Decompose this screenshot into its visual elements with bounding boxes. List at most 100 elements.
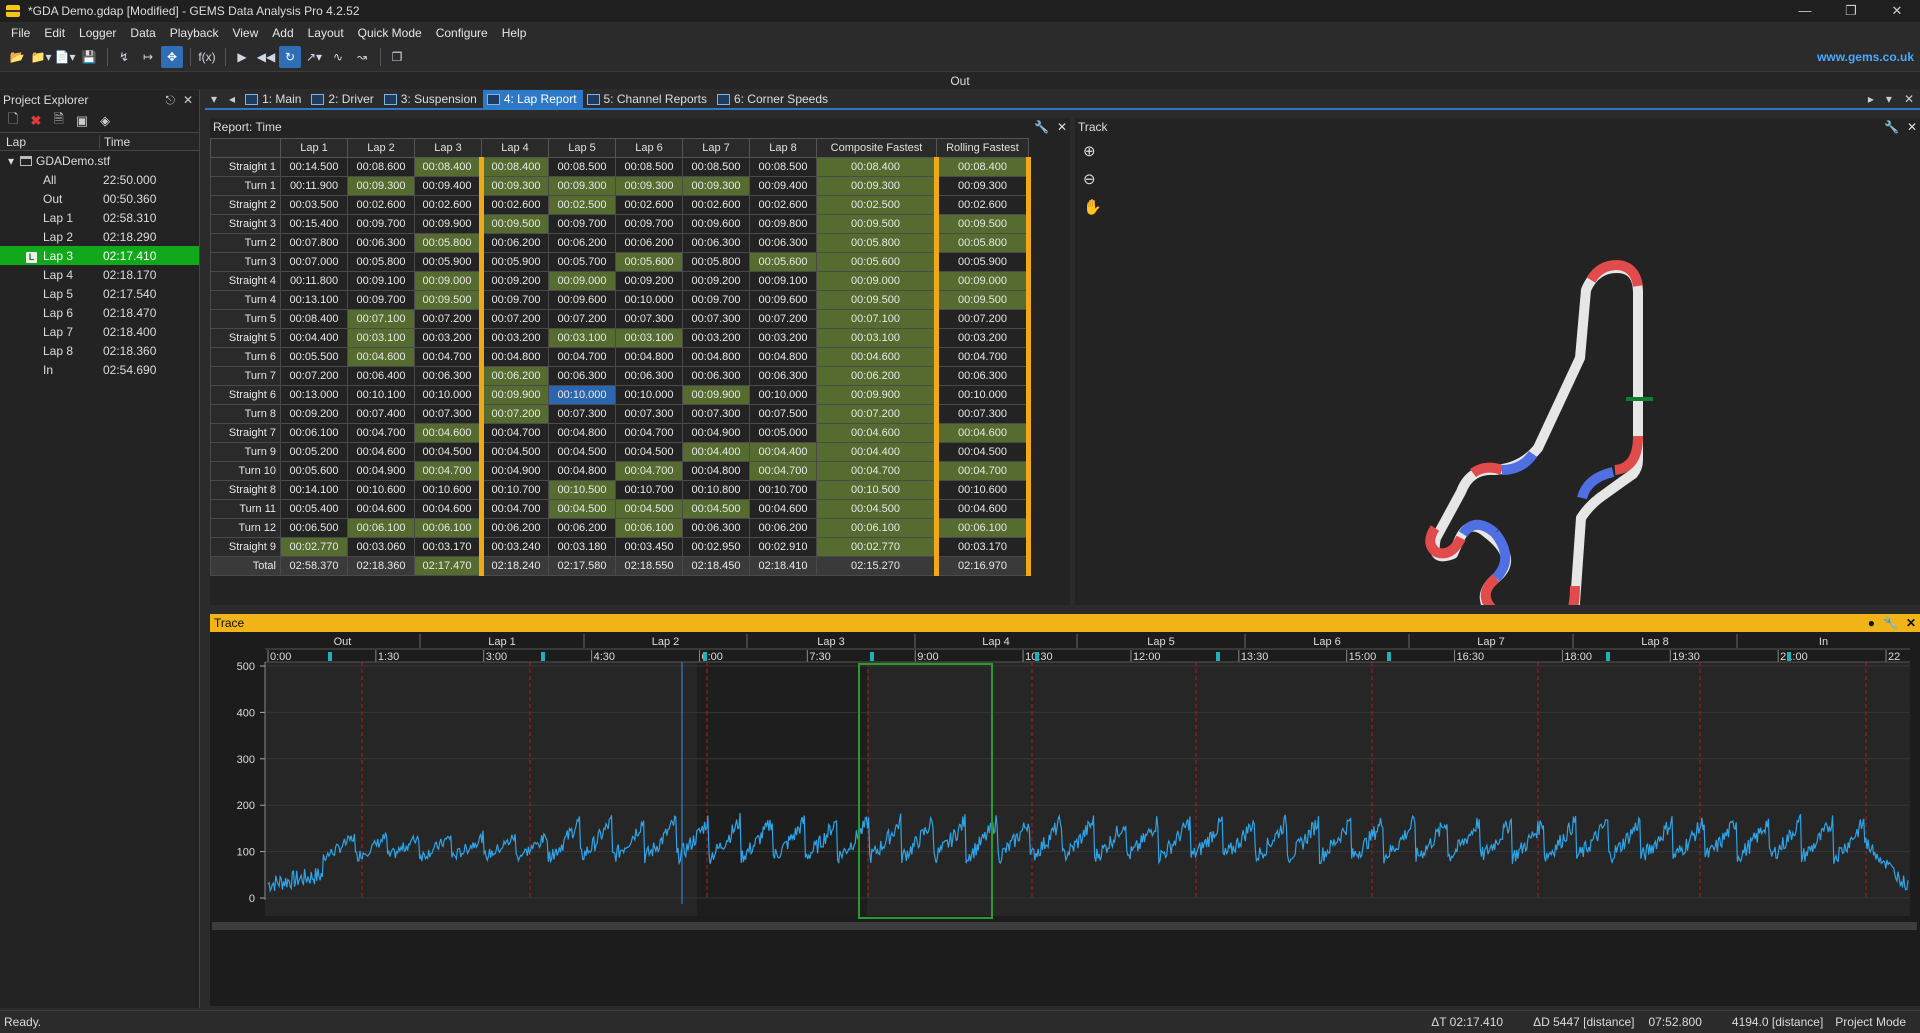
document-icon[interactable]: 🗎 bbox=[53, 110, 63, 132]
report-cell[interactable]: 00:04.900 bbox=[682, 423, 750, 443]
lap-list-item[interactable]: Out 00:50.360 bbox=[0, 189, 199, 208]
menu-file[interactable]: File bbox=[4, 26, 37, 40]
menu-help[interactable]: Help bbox=[495, 26, 534, 40]
report-cell[interactable]: 02:17.470 bbox=[414, 556, 482, 576]
report-cell[interactable]: 00:04.500 bbox=[682, 499, 750, 519]
report-cell[interactable]: 00:05.800 bbox=[414, 233, 482, 253]
report-cell[interactable]: 00:02.600 bbox=[682, 195, 750, 215]
report-cell[interactable]: 00:04.600 bbox=[414, 423, 482, 443]
report-column-header[interactable]: Lap 6 bbox=[615, 138, 683, 158]
col-lap[interactable]: Lap bbox=[0, 134, 100, 149]
report-cell[interactable]: 00:09.700 bbox=[479, 290, 549, 310]
tab-channel-reports[interactable]: 5: Channel Reports bbox=[583, 90, 713, 108]
report-cell[interactable]: 00:03.500 bbox=[280, 195, 348, 215]
report-cell[interactable]: 00:03.240 bbox=[479, 537, 549, 557]
report-cell[interactable]: 00:09.900 bbox=[414, 214, 482, 234]
report-cell[interactable]: 00:09.700 bbox=[615, 214, 683, 234]
close-button[interactable]: ✕ bbox=[1874, 0, 1920, 22]
report-cell[interactable]: 00:09.600 bbox=[749, 290, 817, 310]
report-column-header[interactable]: Lap 7 bbox=[682, 138, 750, 158]
report-cell[interactable]: 00:03.450 bbox=[615, 537, 683, 557]
report-cell[interactable]: 00:03.180 bbox=[548, 537, 616, 557]
report-cell[interactable]: 00:06.300 bbox=[682, 233, 750, 253]
report-cell[interactable]: 00:05.800 bbox=[934, 233, 1031, 253]
report-cell[interactable]: 00:08.400 bbox=[414, 157, 482, 177]
report-cell[interactable]: 00:08.500 bbox=[548, 157, 616, 177]
menu-quick-mode[interactable]: Quick Mode bbox=[351, 26, 429, 40]
report-cell[interactable]: 00:06.300 bbox=[749, 233, 817, 253]
report-cell[interactable]: 00:09.200 bbox=[280, 404, 348, 424]
report-cell[interactable]: 00:07.200 bbox=[479, 309, 549, 329]
report-cell[interactable]: 00:06.200 bbox=[816, 366, 937, 386]
tab-main[interactable]: 1: Main bbox=[241, 90, 307, 108]
collapse-icon[interactable]: ▾ bbox=[0, 154, 20, 168]
report-cell[interactable]: 00:11.900 bbox=[280, 176, 348, 196]
report-cell[interactable]: 00:07.400 bbox=[347, 404, 415, 424]
report-cell[interactable]: 00:02.600 bbox=[615, 195, 683, 215]
report-cell[interactable]: 00:02.600 bbox=[479, 195, 549, 215]
report-cell[interactable]: 00:04.600 bbox=[347, 442, 415, 462]
report-cell[interactable]: 00:02.600 bbox=[934, 195, 1031, 215]
report-cell[interactable]: 00:06.200 bbox=[479, 233, 549, 253]
report-cell[interactable]: 00:04.700 bbox=[934, 461, 1031, 481]
report-cell[interactable]: 00:06.300 bbox=[682, 518, 750, 538]
col-time[interactable]: Time bbox=[100, 135, 130, 149]
minimize-button[interactable]: — bbox=[1782, 0, 1828, 22]
report-column-header[interactable]: Lap 2 bbox=[347, 138, 415, 158]
report-cell[interactable]: 00:04.600 bbox=[347, 347, 415, 367]
report-cell[interactable]: 00:09.000 bbox=[414, 271, 482, 291]
report-cell[interactable]: 00:05.600 bbox=[749, 252, 817, 272]
report-cell[interactable]: 00:04.600 bbox=[749, 499, 817, 519]
rewind-icon[interactable]: ◀◀ bbox=[255, 46, 277, 68]
report-cell[interactable]: 00:02.600 bbox=[749, 195, 817, 215]
report-cell[interactable]: 00:03.200 bbox=[749, 328, 817, 348]
report-cell[interactable]: 00:09.300 bbox=[548, 176, 616, 196]
report-column-header[interactable]: Composite Fastest bbox=[816, 138, 937, 158]
report-cell[interactable]: 00:02.500 bbox=[816, 195, 937, 215]
report-cell[interactable]: 00:05.900 bbox=[934, 252, 1031, 272]
play-icon[interactable]: ▶ bbox=[231, 46, 253, 68]
report-cell[interactable]: 02:58.370 bbox=[280, 556, 348, 576]
report-cell[interactable]: 00:03.200 bbox=[682, 328, 750, 348]
report-cell[interactable]: 00:03.200 bbox=[479, 328, 549, 348]
report-cell[interactable]: 00:09.900 bbox=[479, 385, 549, 405]
report-cell[interactable]: 00:05.700 bbox=[548, 252, 616, 272]
report-column-header[interactable]: Lap 5 bbox=[548, 138, 616, 158]
report-cell[interactable]: 00:07.300 bbox=[615, 404, 683, 424]
report-cell[interactable]: 00:03.100 bbox=[347, 328, 415, 348]
report-column-header[interactable]: Lap 8 bbox=[749, 138, 817, 158]
report-cell[interactable]: 00:04.700 bbox=[479, 499, 549, 519]
report-cell[interactable]: 00:06.100 bbox=[347, 518, 415, 538]
report-cell[interactable]: 00:02.770 bbox=[816, 537, 937, 557]
report-cell[interactable]: 00:10.600 bbox=[414, 480, 482, 500]
report-column-header[interactable]: Lap 4 bbox=[481, 138, 549, 158]
lap-marker-icon[interactable]: ↯ bbox=[113, 46, 135, 68]
report-cell[interactable]: 00:06.300 bbox=[615, 366, 683, 386]
report-cell[interactable]: 00:10.000 bbox=[615, 290, 683, 310]
lap-list-item[interactable]: Lap 7 02:18.400 bbox=[0, 322, 199, 341]
report-cell[interactable]: 00:06.100 bbox=[615, 518, 683, 538]
report-cell[interactable]: 00:07.300 bbox=[682, 404, 750, 424]
tree-root[interactable]: ▾ GDADemo.stf bbox=[0, 151, 199, 170]
lap-list-item[interactable]: Lap 4 02:18.170 bbox=[0, 265, 199, 284]
track-map[interactable] bbox=[1075, 118, 1920, 605]
report-cell[interactable]: 00:07.100 bbox=[816, 309, 937, 329]
report-cell[interactable]: 00:03.060 bbox=[347, 537, 415, 557]
delete-icon[interactable]: ✖ bbox=[30, 113, 41, 129]
report-cell[interactable]: 00:04.800 bbox=[548, 461, 616, 481]
report-cell[interactable]: 00:07.000 bbox=[280, 252, 348, 272]
report-cell[interactable]: 00:14.500 bbox=[280, 157, 348, 177]
report-cell[interactable]: 02:16.970 bbox=[934, 556, 1031, 576]
report-cell[interactable]: 00:10.100 bbox=[347, 385, 415, 405]
function-icon[interactable]: f(x) bbox=[196, 46, 218, 68]
report-cell[interactable]: 00:09.000 bbox=[816, 271, 937, 291]
report-cell[interactable]: 00:04.600 bbox=[934, 499, 1031, 519]
report-cell[interactable]: 00:06.200 bbox=[479, 366, 549, 386]
lap-list-item[interactable]: Lap 5 02:17.540 bbox=[0, 284, 199, 303]
wrench-icon[interactable]: 🔧 bbox=[1034, 120, 1049, 134]
report-cell[interactable]: 00:07.300 bbox=[414, 404, 482, 424]
report-cell[interactable]: 00:05.500 bbox=[280, 347, 348, 367]
website-link[interactable]: www.gems.co.uk bbox=[1817, 50, 1914, 64]
report-cell[interactable]: 02:18.410 bbox=[749, 556, 817, 576]
close-panel-icon[interactable]: ✕ bbox=[1057, 120, 1067, 134]
